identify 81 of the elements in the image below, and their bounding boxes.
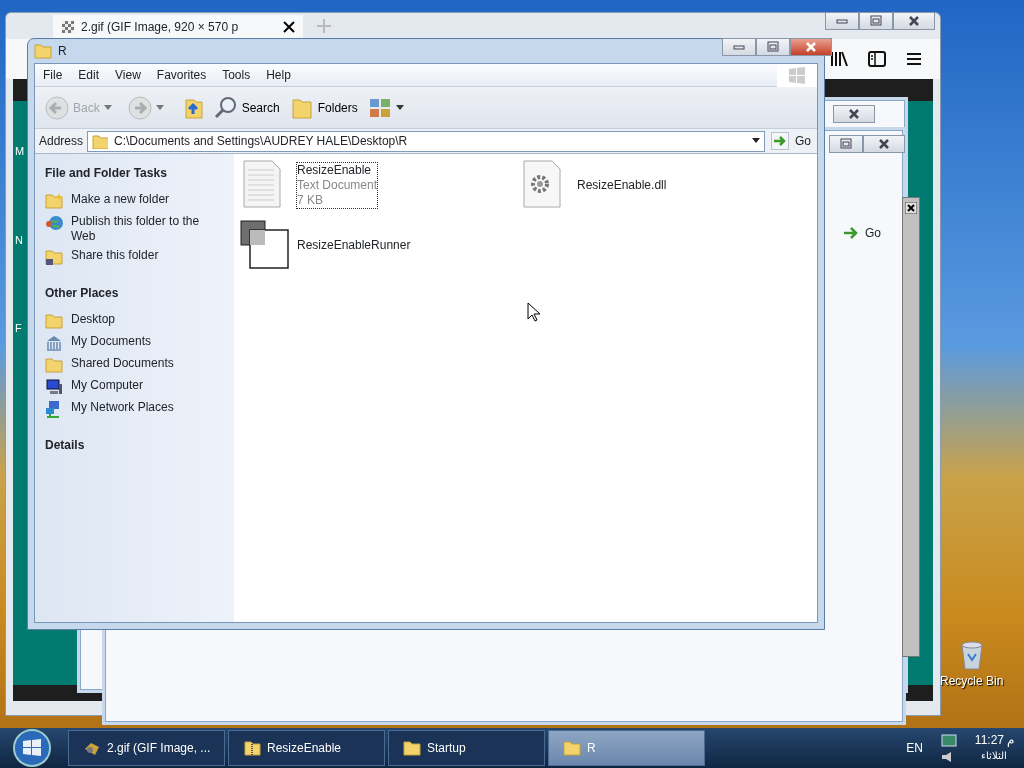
shared-folder-icon	[45, 248, 63, 266]
close-icon	[878, 138, 890, 150]
menu-item[interactable]: Edit	[70, 66, 108, 84]
caret-icon	[395, 104, 404, 111]
windows-logo-icon	[787, 66, 807, 84]
new-folder-icon	[45, 192, 63, 210]
browser-tab[interactable]: 2.gif (GIF Image, 920 × 570 p	[53, 15, 303, 39]
task-link[interactable]: My Documents	[45, 334, 224, 352]
arrow-icon	[843, 226, 859, 240]
sidebar-icon[interactable]	[868, 51, 886, 67]
section-title[interactable]: Other Places	[45, 284, 224, 302]
folder-icon	[45, 312, 63, 330]
menu-item[interactable]: Favorites	[148, 66, 215, 84]
tab-title: 2.gif (GIF Image, 920 × 570 p	[81, 19, 239, 36]
menu-icon[interactable]	[906, 52, 922, 66]
search-button[interactable]: Search	[211, 93, 282, 122]
go-button[interactable]: Go	[769, 132, 813, 150]
minimize-button[interactable]	[825, 12, 859, 30]
taskbar-button[interactable]: ResizeEnable	[228, 730, 385, 766]
maximize-icon	[870, 15, 882, 27]
section-title[interactable]: File and Folder Tasks	[45, 164, 224, 182]
search-icon	[213, 95, 238, 120]
folder-icon	[34, 42, 52, 60]
folder-icon	[563, 739, 581, 757]
address-label: Address	[39, 133, 84, 150]
globe-icon	[45, 214, 63, 232]
close-icon[interactable]	[905, 202, 917, 214]
section-title[interactable]: Details	[45, 436, 224, 454]
language-indicator[interactable]: EN	[906, 739, 923, 757]
image-icon	[61, 20, 75, 34]
menu-item[interactable]: Help	[258, 66, 299, 84]
file-name[interactable]: ResizeEnableRunner	[296, 236, 412, 254]
task-link[interactable]: Desktop	[45, 312, 224, 330]
address-field[interactable]: C:\Documents and Settings\AUDREY HALE\Desktop\R	[87, 130, 765, 152]
task-link[interactable]: Share this folder	[45, 248, 224, 266]
page-text: N	[15, 232, 24, 248]
network-tray-icon[interactable]	[940, 733, 957, 748]
task-link[interactable]: Publish this folder to the Web	[45, 214, 224, 244]
minimize-button[interactable]	[722, 38, 756, 56]
go-button[interactable]: Go	[841, 224, 883, 242]
caret-icon	[103, 104, 112, 111]
close-icon	[908, 15, 920, 27]
folder-icon	[403, 739, 421, 757]
task-link[interactable]: My Computer	[45, 378, 224, 396]
menu-item[interactable]: File	[35, 66, 71, 84]
taskbar-button[interactable]: Startup	[388, 730, 545, 766]
menu-item[interactable]: Tools	[214, 66, 259, 84]
close-button[interactable]	[893, 12, 935, 30]
close-button[interactable]	[790, 38, 832, 56]
computer-icon	[45, 378, 63, 396]
app-window-icon	[240, 220, 290, 270]
close-icon	[805, 41, 817, 53]
arrow-icon	[773, 135, 787, 147]
menu-item[interactable]: View	[107, 66, 149, 84]
folder-icon	[45, 356, 63, 374]
folders-button[interactable]: Folders	[287, 93, 360, 122]
page-text: M	[15, 144, 25, 159]
task-link[interactable]: Shared Documents	[45, 356, 224, 374]
maximize-icon	[840, 138, 852, 150]
close-button[interactable]	[833, 105, 875, 123]
library-icon[interactable]	[830, 51, 848, 67]
task-link[interactable]: My Network Places	[45, 400, 224, 418]
cursor-icon	[527, 302, 541, 322]
window-title: R	[58, 43, 67, 60]
task-link[interactable]: Make a new folder	[45, 192, 224, 210]
taskbar-button[interactable]: 2.gif (GIF Image, ...	[68, 730, 225, 766]
file-name[interactable]: ResizeEnable Text Document 7 KB	[296, 161, 379, 209]
page-text: F	[15, 321, 23, 336]
file-name[interactable]: ResizeEnable.dll	[576, 176, 668, 194]
close-icon	[848, 108, 860, 120]
close-icon[interactable]	[283, 21, 295, 33]
maximize-icon	[767, 41, 779, 53]
folder-icon	[92, 133, 109, 149]
close-button[interactable]	[863, 135, 905, 153]
start-button-icon[interactable]	[10, 726, 54, 768]
library-icon	[45, 334, 63, 352]
caret-icon	[155, 104, 164, 111]
dropdown-icon[interactable]	[752, 138, 760, 144]
maximize-button[interactable]	[756, 38, 790, 56]
trash-can-icon[interactable]	[958, 640, 985, 670]
zip-folder-icon	[243, 739, 261, 757]
